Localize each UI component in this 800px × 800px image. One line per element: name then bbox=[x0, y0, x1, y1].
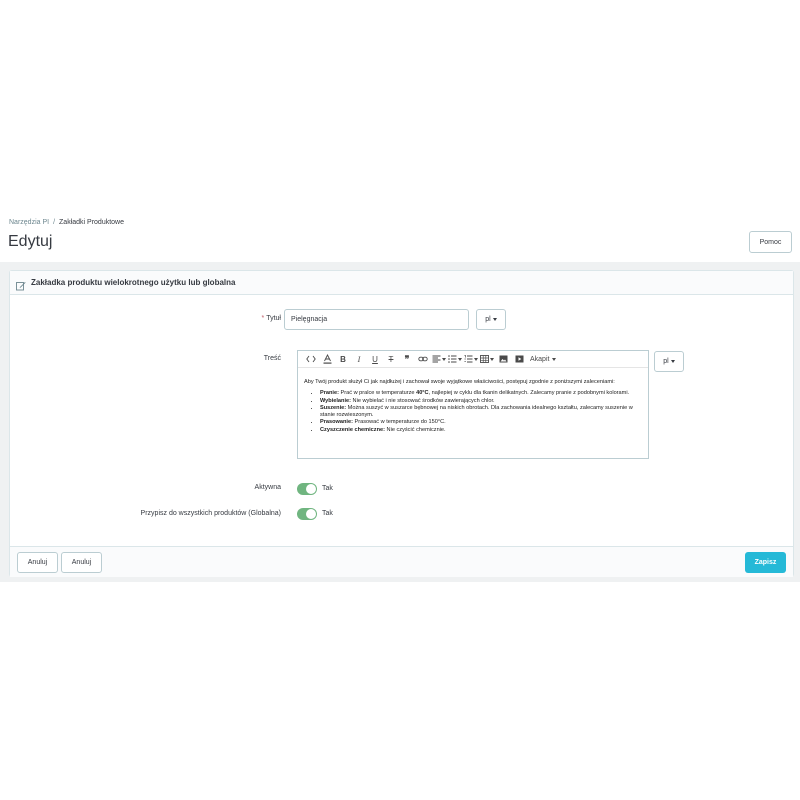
global-toggle[interactable] bbox=[297, 508, 317, 520]
list-item: Suszenie: Można suszyć w suszarce bębnow… bbox=[320, 405, 642, 420]
list-item-bold-value: 40°C bbox=[416, 390, 429, 397]
media-icon[interactable] bbox=[511, 352, 527, 366]
table-icon[interactable] bbox=[479, 352, 495, 366]
card-title: Zakładka produktu wielokrotnego użytku l… bbox=[31, 278, 236, 287]
list-item-term: Czyszczenie chemiczne: bbox=[320, 426, 385, 433]
chevron-down-icon bbox=[670, 360, 675, 363]
page-header: Narzędzia PI / Zakładki Produktowe Edytu… bbox=[0, 212, 800, 262]
breadcrumb-parent[interactable]: Narzędzia PI bbox=[9, 219, 49, 226]
list-item: Wybielanie: Nie wybielać i nie stosować … bbox=[320, 398, 642, 405]
source-code-icon[interactable] bbox=[303, 352, 319, 366]
chevron-down-icon bbox=[442, 357, 446, 361]
list-item: Prasowanie: Prasować w temperaturze do 1… bbox=[320, 419, 642, 426]
blockquote-icon[interactable]: ❞ bbox=[399, 352, 415, 366]
content-label: Treść bbox=[263, 355, 281, 362]
active-toggle-value: Tak bbox=[322, 485, 333, 492]
breadcrumb-separator: / bbox=[53, 219, 56, 226]
list-item: Pranie: Prać w pralce w temperaturze 40°… bbox=[320, 390, 642, 397]
list-item-term: Pranie: bbox=[320, 390, 339, 397]
page-title: Edytuj bbox=[8, 233, 53, 250]
cancel-button-2[interactable]: Anuluj bbox=[61, 552, 102, 573]
content-list: Pranie: Prać w pralce w temperaturze 40°… bbox=[304, 390, 642, 434]
list-item-text: Nie czyścić chemicznie. bbox=[384, 426, 446, 433]
active-label: Aktywna bbox=[254, 484, 281, 491]
paragraph-format-label: Akapit bbox=[530, 355, 550, 363]
cancel-button-1[interactable]: Anuluj bbox=[17, 552, 58, 573]
editor-content[interactable]: Aby Twój produkt służył Ci jak najdłużej… bbox=[298, 368, 648, 438]
list-item-text: , najlepiej w cyklu dla tkanin delikatny… bbox=[428, 390, 630, 397]
chevron-down-icon bbox=[474, 357, 478, 361]
edit-icon bbox=[16, 278, 26, 290]
title-label-text: Tytuł bbox=[266, 315, 281, 322]
list-item-term: Suszenie: bbox=[320, 404, 347, 411]
content-lang-dropdown[interactable]: pl bbox=[654, 351, 684, 372]
required-marker: * bbox=[261, 315, 265, 322]
global-toggle-value: Tak bbox=[322, 510, 333, 517]
italic-icon[interactable]: I bbox=[351, 352, 367, 366]
paragraph-format-dropdown[interactable]: Akapit bbox=[527, 352, 557, 366]
list-item-text: Prać w pralce w temperaturze bbox=[338, 390, 417, 397]
list-item-term: Prasowanie: bbox=[320, 419, 353, 426]
content-lang-value: pl bbox=[663, 358, 669, 365]
breadcrumb: Narzędzia PI / Zakładki Produktowe bbox=[9, 219, 124, 226]
chevron-down-icon bbox=[458, 357, 462, 361]
align-icon[interactable] bbox=[431, 352, 447, 366]
title-lang-value: pl bbox=[485, 316, 491, 323]
help-button[interactable]: Pomoc bbox=[749, 231, 792, 253]
strikethrough-icon[interactable]: T bbox=[383, 352, 399, 366]
card-header: Zakładka produktu wielokrotnego użytku l… bbox=[10, 271, 793, 295]
breadcrumb-current: Zakładki Produktowe bbox=[59, 219, 125, 226]
list-item-text: Można suszyć w suszarce bębnowej na nisk… bbox=[320, 404, 633, 419]
numbered-list-icon[interactable] bbox=[463, 352, 479, 366]
text-color-icon[interactable] bbox=[319, 352, 335, 366]
list-item-text: Prasować w temperaturze do 150°C. bbox=[352, 419, 446, 426]
list-item: Czyszczenie chemiczne: Nie czyścić chemi… bbox=[320, 427, 642, 434]
underline-icon[interactable]: U bbox=[367, 352, 383, 366]
image-icon[interactable] bbox=[495, 352, 511, 366]
chevron-down-icon bbox=[490, 357, 494, 361]
list-item-term: Wybielanie: bbox=[320, 397, 351, 404]
link-icon[interactable] bbox=[415, 352, 431, 366]
chevron-down-icon bbox=[552, 357, 557, 361]
bullet-list-icon[interactable] bbox=[447, 352, 463, 366]
global-label: Przypisz do wszystkich produktów (Global… bbox=[140, 510, 281, 517]
title-lang-dropdown[interactable]: pl bbox=[476, 309, 506, 330]
bold-icon[interactable]: B bbox=[335, 352, 351, 366]
list-item-text: Nie wybielać i nie stosować środków zawi… bbox=[350, 397, 495, 404]
rich-text-editor[interactable]: B I U T ❞ Akapit Aby Twój produkt służył… bbox=[297, 350, 649, 459]
title-label: * Tytuł bbox=[220, 315, 281, 322]
editor-toolbar: B I U T ❞ Akapit bbox=[298, 351, 648, 368]
chevron-down-icon bbox=[492, 318, 497, 321]
save-button[interactable]: Zapisz bbox=[745, 552, 786, 573]
active-toggle[interactable] bbox=[297, 483, 317, 495]
card-footer: Anuluj Anuluj Zapisz bbox=[10, 546, 793, 577]
title-input[interactable]: Pielęgnacja bbox=[284, 309, 469, 330]
content-intro: Aby Twój produkt służył Ci jak najdłużej… bbox=[304, 379, 615, 385]
